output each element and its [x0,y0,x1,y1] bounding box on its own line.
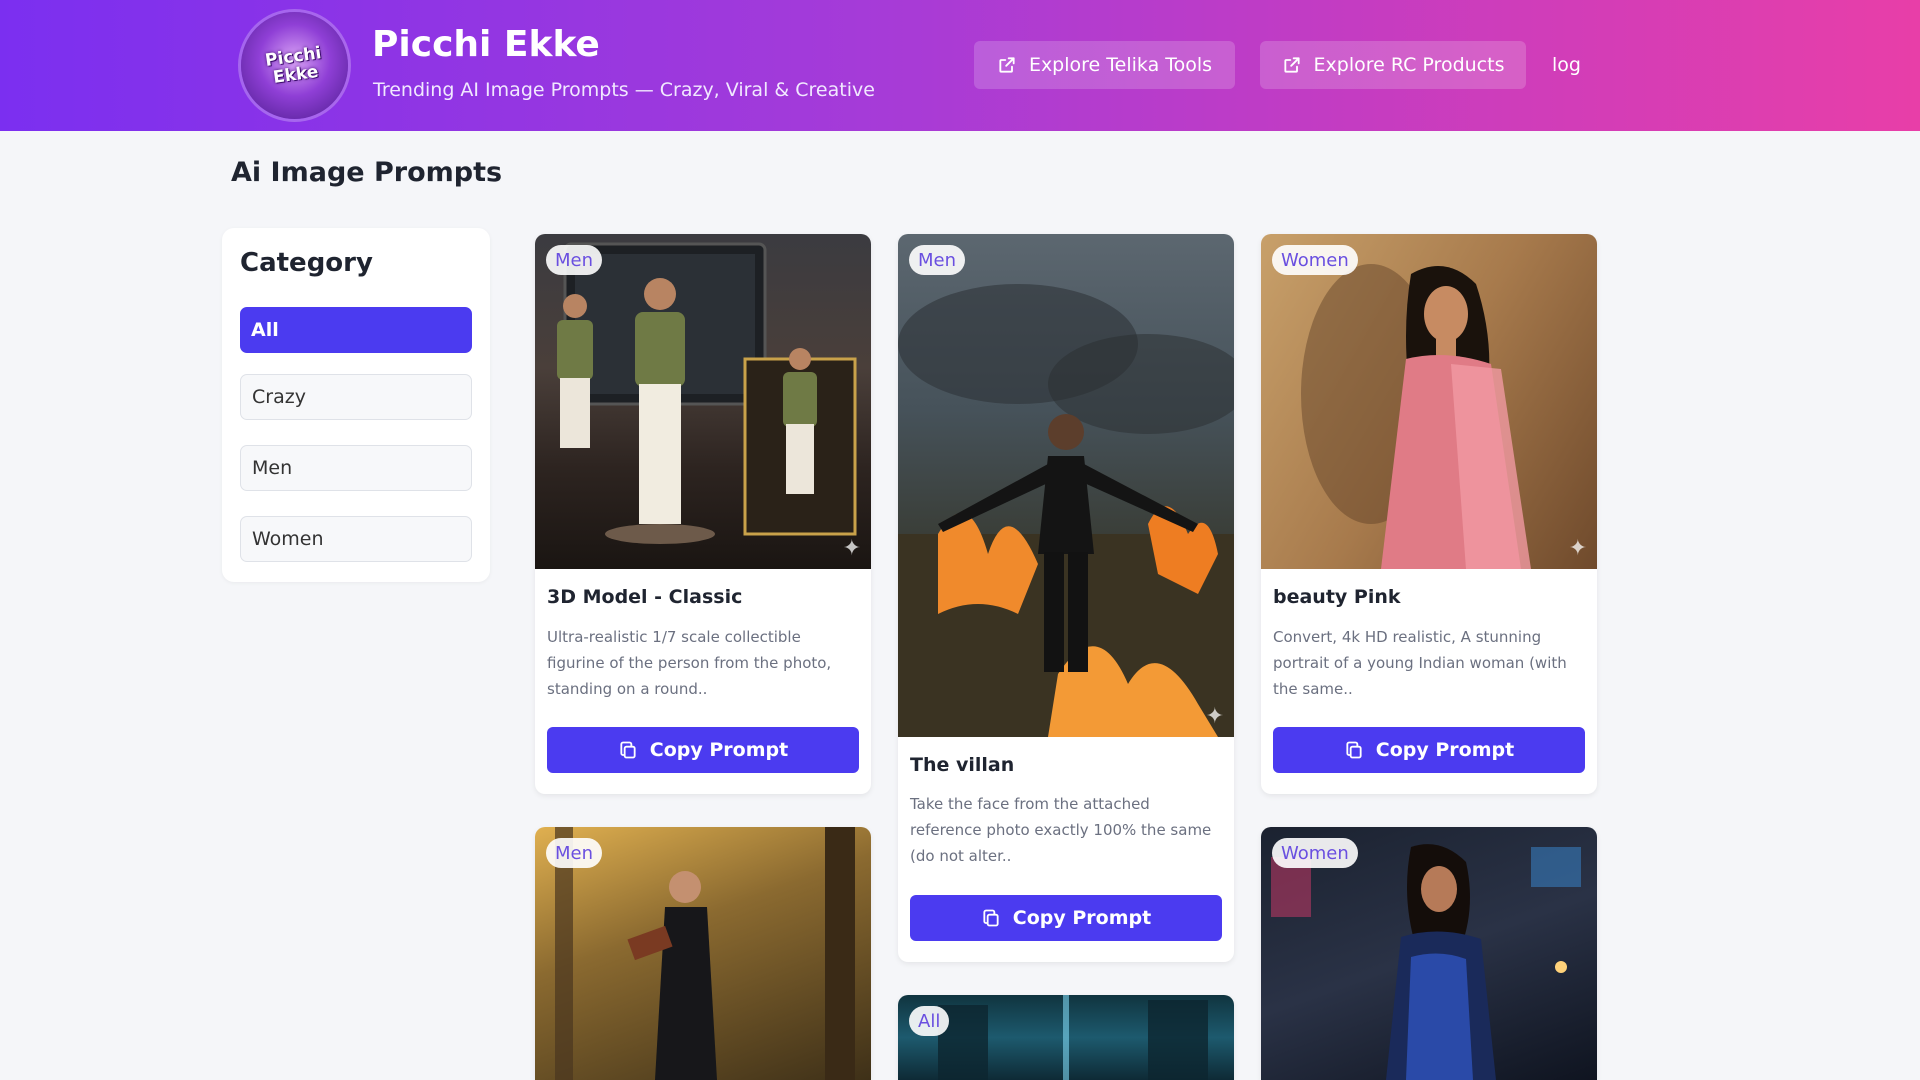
category-crazy[interactable]: Crazy [240,374,472,420]
copy-prompt-label: Copy Prompt [1012,907,1152,929]
copy-prompt-label: Copy Prompt [649,739,789,761]
villain-fire-scene-image [898,284,1234,737]
category-badge: Men [546,838,603,868]
prompt-card: Women ✦ beauty Pink Convert, 4k HD reali… [1261,234,1597,794]
copy-icon [620,741,636,759]
site-subtitle: Trending AI Image Prompts — Crazy, Viral… [373,79,875,101]
category-all[interactable]: All [240,307,472,353]
card-description: Convert, 4k HD realistic, A stunning por… [1273,628,1567,698]
category-badge: Women [1272,245,1358,275]
log-link[interactable]: log [1552,54,1581,76]
card-image[interactable]: Men ✦ [535,234,871,569]
card-title: The villan [910,754,1015,776]
card-image[interactable]: Women ✦ [1261,234,1597,569]
figurine-scene-image [557,242,857,544]
card-description: Take the face from the attached referenc… [910,795,1212,865]
sidebar-title: Category [240,248,373,278]
sparkle-icon: ✦ [842,536,861,561]
category-men[interactable]: Men [240,445,472,491]
explore-telika-tools-label: Explore Telika Tools [1028,54,1213,76]
page-title: Ai Image Prompts [231,157,503,188]
external-link-icon [999,57,1015,73]
copy-prompt-button[interactable]: Copy Prompt [547,727,859,773]
card-image[interactable]: Men ✦ [898,234,1234,737]
category-badge: Women [1272,838,1358,868]
category-badge: All [909,1006,950,1036]
card-image[interactable]: Women [1261,827,1597,1080]
site-title: Picchi Ekke [372,24,600,65]
category-women[interactable]: Women [240,516,472,562]
explore-rc-products-button[interactable]: Explore RC Products [1260,41,1526,89]
explore-telika-tools-button[interactable]: Explore Telika Tools [974,41,1235,89]
prompt-card: Men ✦ The villan Take the face from the … [898,234,1234,962]
copy-icon [1346,741,1362,759]
card-image[interactable]: Men [535,827,871,1080]
copy-icon [983,909,999,927]
card-title: beauty Pink [1273,586,1401,608]
logo-text: Picchi Ekke [263,42,323,88]
prompt-card: Women [1261,827,1597,1080]
card-title: 3D Model - Classic [547,586,743,608]
city-street-image [938,995,1208,1080]
sparkle-icon: ✦ [1205,704,1224,729]
prompt-card: Men ✦ 3D Model - Classic Ultra-realistic… [535,234,871,794]
external-link-icon [1283,57,1300,73]
pink-saree-portrait-image [1301,264,1531,569]
site-header: Picchi Ekke Picchi Ekke Trending AI Imag… [0,0,1920,131]
sparkle-icon: ✦ [1568,536,1587,561]
copy-prompt-label: Copy Prompt [1375,739,1515,761]
card-description: Ultra-realistic 1/7 scale collectible fi… [547,628,832,698]
copy-prompt-button[interactable]: Copy Prompt [1273,727,1585,773]
site-logo[interactable]: Picchi Ekke [241,12,348,119]
category-badge: Men [909,245,966,275]
explore-rc-products-label: Explore RC Products [1313,54,1505,76]
copy-prompt-button[interactable]: Copy Prompt [910,895,1222,941]
category-sidebar: Category All Crazy Men Women [222,228,490,582]
prompt-card: Men [535,827,871,1080]
card-image[interactable]: All [898,995,1234,1080]
category-badge: Men [546,245,603,275]
prompt-card: All [898,995,1234,1080]
